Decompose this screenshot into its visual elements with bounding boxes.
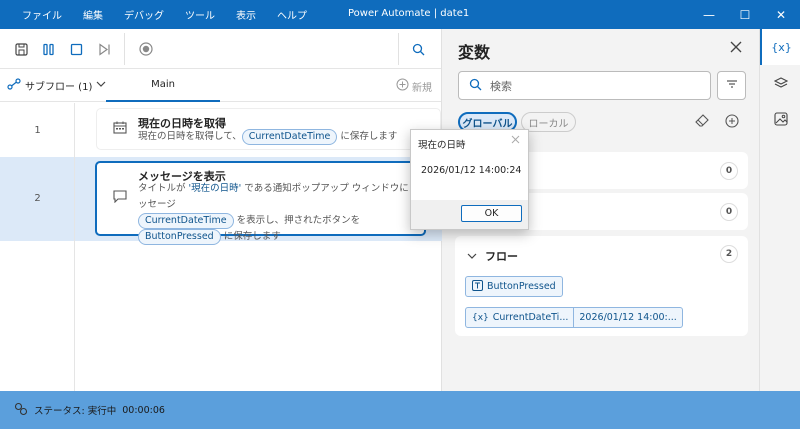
action-description: 現在の日時を取得して、 CurrentDateTime に保存します [138, 129, 397, 145]
save-icon[interactable] [10, 38, 32, 60]
calendar-icon [113, 121, 127, 138]
search-icon [469, 78, 482, 94]
variable-item[interactable]: ButtonPressed [465, 276, 563, 297]
filter-icon [726, 79, 738, 92]
variable-item[interactable]: {x} CurrentDateTi... 2026/01/12 14:00:..… [465, 307, 683, 328]
dialog-footer: OK [411, 200, 528, 229]
flow-count-badge: 2 [720, 245, 738, 263]
action-display-message[interactable]: メッセージを表示 タイトルが '現在の日時' である通知ポップアップ ウィンドウ… [95, 161, 426, 245]
title-bar: ファイル 編集 デバッグ ツール 表示 ヘルプ Power Automate |… [0, 0, 800, 29]
designer-pane: サブフロー (1) Main 新規 1 2 現在の日時を取得 現在の日時を取得し… [0, 29, 442, 391]
input-count-badge: 0 [720, 162, 738, 180]
menu-debug[interactable]: デバッグ [124, 7, 164, 22]
close-window-button[interactable]: ✕ [764, 0, 798, 29]
search-icon[interactable] [407, 38, 429, 60]
action-get-datetime[interactable]: 現在の日時を取得 現在の日時を取得して、 CurrentDateTime に保存し… [96, 108, 441, 150]
flow-section-label: フロー [485, 250, 518, 263]
record-icon[interactable] [135, 38, 157, 60]
close-icon[interactable] [511, 135, 520, 147]
dialog-title: 現在の日時 [418, 140, 466, 151]
menu-bar: ファイル 編集 デバッグ ツール 表示 ヘルプ [22, 7, 328, 22]
message-dialog: 現在の日時 2026/01/12 14:00:24 OK [410, 129, 529, 230]
status-elapsed-time: 00:00:06 [122, 404, 165, 416]
menu-file[interactable]: ファイル [22, 7, 62, 22]
line-number-gutter: 1 2 [0, 103, 75, 391]
message-icon [113, 190, 127, 207]
menu-help[interactable]: ヘルプ [277, 7, 307, 22]
desc-text: に保存します [220, 231, 281, 242]
line-number: 1 [34, 125, 41, 136]
desc-text: 現在の日時を取得して、 [138, 131, 242, 142]
variables-title: 変数 [458, 43, 491, 62]
line-number: 2 [34, 193, 41, 204]
output-count-badge: 0 [720, 203, 738, 221]
variables-icon[interactable]: {x} [760, 29, 800, 65]
close-icon[interactable] [730, 39, 742, 57]
variables-search-input[interactable]: 検索 [458, 71, 711, 100]
variable-name: ButtonPressed [487, 281, 556, 292]
desc-text: タイトルが [138, 183, 189, 194]
menu-edit[interactable]: 編集 [83, 7, 103, 22]
status-bar: ステータス: 実行中 00:00:06 [0, 391, 800, 429]
variable-chip[interactable]: CurrentDateTime [241, 129, 338, 145]
filter-button[interactable] [717, 71, 746, 100]
maximize-button[interactable]: ☐ [728, 0, 762, 29]
stop-icon[interactable] [65, 38, 87, 60]
subflow-label: サブフロー (1) [25, 82, 93, 93]
eraser-icon[interactable] [695, 114, 709, 131]
run-icon[interactable] [37, 38, 59, 60]
layers-icon[interactable] [760, 65, 800, 101]
local-toggle[interactable]: ローカル [521, 112, 576, 132]
text-variable-icon [466, 279, 487, 294]
variable-icon: {x} [472, 312, 489, 323]
menu-tools[interactable]: ツール [185, 7, 215, 22]
toolbar-divider [398, 33, 399, 65]
step-icon[interactable] [93, 38, 115, 60]
variable-chip[interactable]: CurrentDateTime [138, 213, 234, 229]
images-icon[interactable] [760, 101, 800, 137]
desc-text: に保存します [340, 131, 398, 142]
status-icon [14, 402, 28, 419]
toolbar-divider [124, 33, 125, 65]
ok-button[interactable]: OK [461, 205, 522, 222]
subflow-tabs: サブフロー (1) Main 新規 [0, 69, 441, 102]
chevron-down-icon [467, 250, 477, 263]
flow-variables-section: フロー 2 ButtonPressed {x} CurrentDateTi...… [455, 236, 748, 336]
new-subflow-button[interactable]: 新規 [396, 78, 432, 94]
minimize-button[interactable]: — [692, 0, 726, 29]
window-title: Power Automate | date1 [348, 8, 470, 19]
designer-toolbar [0, 29, 441, 69]
new-subflow-label: 新規 [412, 82, 432, 94]
action-description: タイトルが '現在の日時' である通知ポップアップ ウィンドウにメッセージ Cu… [138, 181, 423, 245]
dialog-message: 2026/01/12 14:00:24 [421, 165, 522, 176]
chevron-down-icon [96, 80, 106, 91]
desc-quoted-title: '現在の日時' [188, 183, 242, 194]
subflow-dropdown[interactable]: サブフロー (1) [7, 78, 106, 93]
desc-text: を表示し、押されたボタンを [233, 215, 361, 226]
menu-view[interactable]: 表示 [236, 7, 256, 22]
side-rail: {x} [759, 29, 800, 391]
search-placeholder: 検索 [490, 79, 512, 93]
variable-value: 2026/01/12 14:00:... [573, 308, 681, 327]
tab-main[interactable]: Main [106, 69, 220, 102]
subflow-icon [7, 78, 21, 93]
variable-name: CurrentDateTi... [492, 312, 569, 323]
add-circle-icon [396, 78, 409, 94]
variable-chip[interactable]: ButtonPressed [138, 229, 221, 245]
flow-section-header[interactable]: フロー [467, 248, 518, 264]
add-variable-icon[interactable] [725, 114, 739, 132]
status-label: ステータス: 実行中 [34, 406, 117, 417]
